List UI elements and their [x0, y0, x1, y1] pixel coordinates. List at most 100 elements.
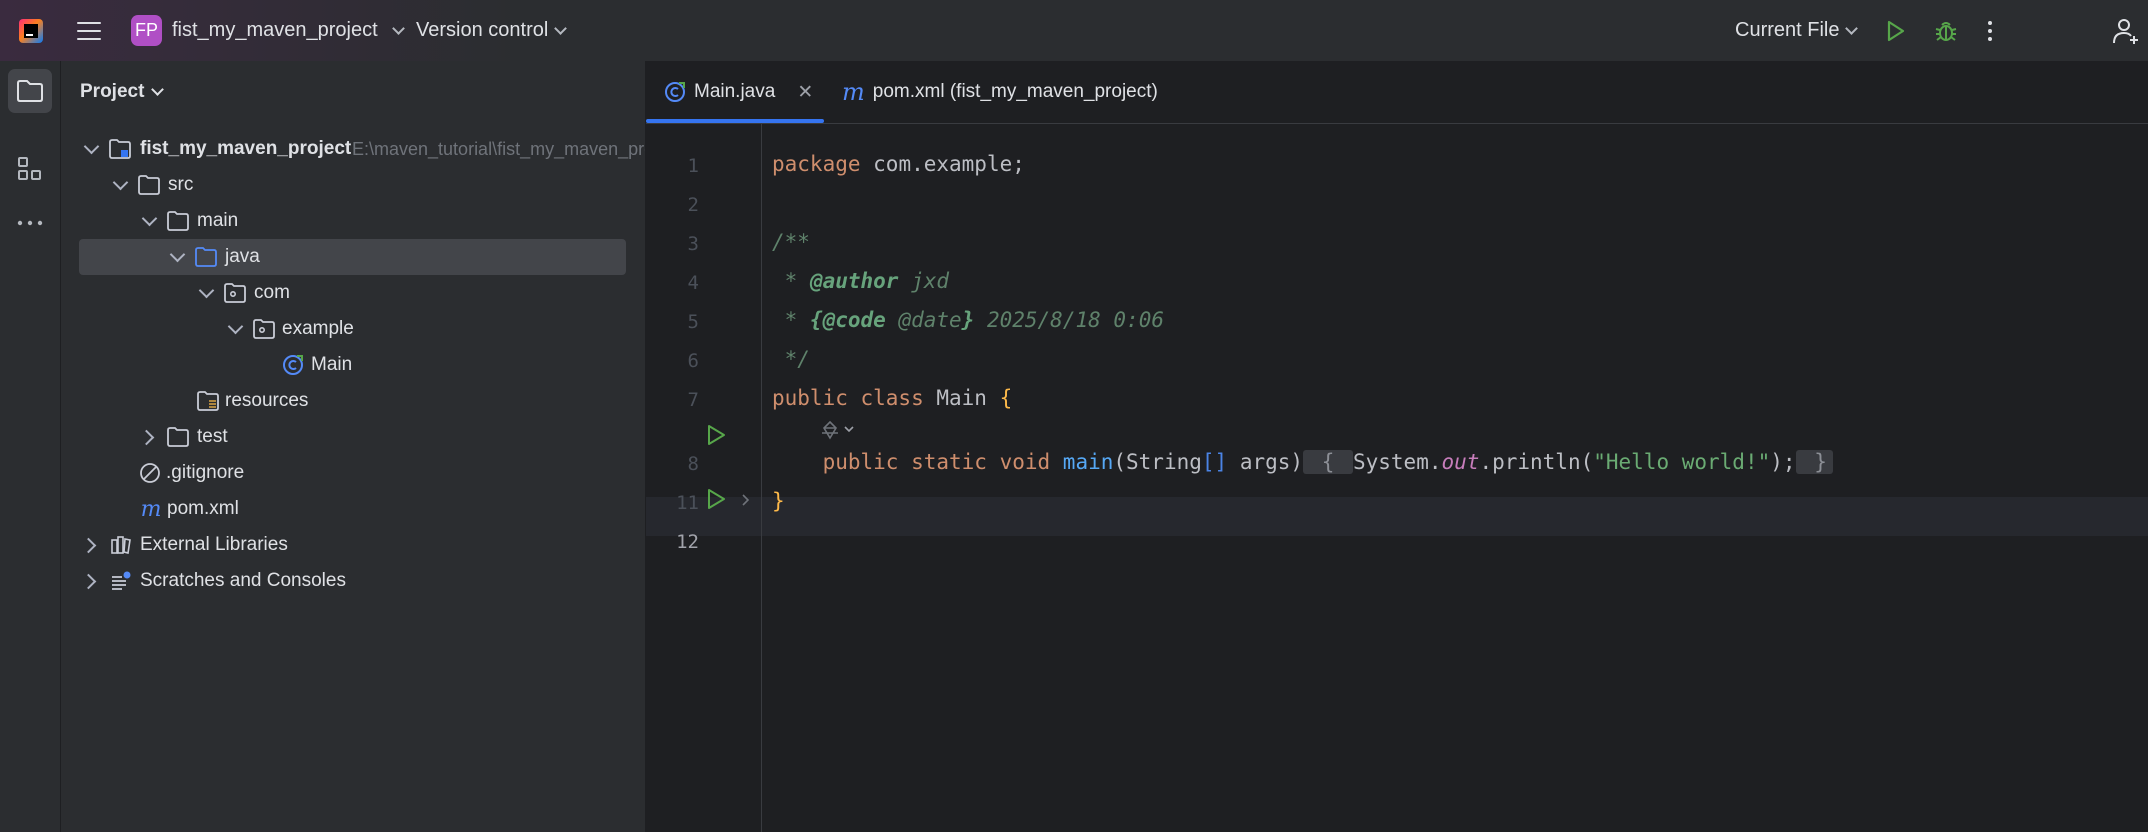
- line-number: 7: [687, 389, 699, 411]
- code-line-3: /**: [772, 230, 810, 254]
- maven-icon: m: [140, 496, 162, 522]
- code-line-11: }: [772, 489, 785, 513]
- ignore-file-icon: [139, 462, 161, 484]
- editor-tab-bar: Main.java ✕ m pom.xml (fist_my_maven_pro…: [646, 61, 2148, 124]
- tree-label: resources: [225, 390, 309, 411]
- tree-item-main-class[interactable]: Main: [61, 347, 645, 383]
- line-number: 5: [687, 311, 699, 333]
- tree-label: Main: [311, 354, 353, 375]
- tree-path-hint: E:\maven_tutorial\fist_my_maven_project: [352, 138, 645, 159]
- chevron-right-icon[interactable]: [80, 537, 97, 553]
- chevron-right-icon[interactable]: [80, 573, 97, 589]
- tree-label: example: [282, 318, 354, 339]
- folder-icon: [167, 210, 189, 232]
- source-folder-icon: [195, 246, 217, 268]
- code-line-7: public class Main {: [772, 386, 1013, 410]
- line-number: 2: [687, 194, 699, 216]
- version-control-menu[interactable]: Version control: [416, 0, 568, 61]
- code-area[interactable]: package com.example; /** * @author jxd *…: [762, 123, 2148, 832]
- run-button[interactable]: [1883, 0, 1907, 61]
- tree-label: src: [168, 174, 194, 195]
- code-line-6: */: [772, 347, 810, 371]
- folder-icon: [167, 426, 189, 448]
- line-number: 3: [687, 233, 699, 255]
- chevron-down-icon[interactable]: [198, 282, 215, 298]
- editor-area: Main.java ✕ m pom.xml (fist_my_maven_pro…: [646, 61, 2148, 832]
- run-icon: [1887, 20, 1905, 41]
- debug-button[interactable]: [1933, 0, 1959, 61]
- folder-icon: [138, 174, 160, 196]
- code-line-8: public static void main(String[] args) {…: [772, 450, 1833, 474]
- tree-label: External Libraries: [140, 534, 288, 555]
- chevron-down-icon: [554, 21, 568, 35]
- tree-item-pom[interactable]: m pom.xml: [61, 491, 645, 527]
- editor-gutter: 1 2 3 4 5 6 7 8 11 12: [646, 123, 762, 832]
- tree-item-resources[interactable]: resources: [61, 383, 645, 419]
- tree-item-test[interactable]: test: [61, 419, 645, 455]
- bug-icon: [1935, 21, 1957, 41]
- line-number: 12: [676, 531, 699, 553]
- tree-label: fist_my_maven_project: [140, 138, 352, 159]
- tab-pom-xml[interactable]: m pom.xml (fist_my_maven_project): [842, 61, 1158, 123]
- tree-item-main[interactable]: main: [61, 203, 645, 239]
- project-view-selector[interactable]: Project: [80, 61, 165, 123]
- folder-icon: [17, 80, 43, 102]
- resources-folder-icon: [197, 390, 219, 412]
- add-user-icon: [2113, 18, 2138, 44]
- tree-label: pom.xml: [167, 498, 239, 519]
- tree-item-scratches[interactable]: Scratches and Consoles: [61, 563, 645, 599]
- scratches-icon: [110, 570, 132, 592]
- chevron-down-icon: [1845, 21, 1859, 35]
- close-icon[interactable]: ✕: [797, 81, 813, 104]
- tree-item-src[interactable]: src: [61, 167, 645, 203]
- tree-label: .gitignore: [166, 462, 245, 483]
- more-vertical-icon: [1988, 20, 1992, 41]
- chevron-down-icon: [151, 83, 165, 96]
- structure-icon: [18, 157, 41, 180]
- java-class-icon: [665, 82, 685, 102]
- tree-item-example[interactable]: example: [61, 311, 645, 347]
- add-user-button[interactable]: [2112, 0, 2142, 61]
- tree-item-project-root[interactable]: fist_my_maven_project E:\maven_tutorial\…: [61, 131, 645, 167]
- structure-tool-button[interactable]: [8, 147, 52, 191]
- more-horizontal-icon: [17, 220, 43, 226]
- run-gutter-icon[interactable]: [705, 488, 727, 510]
- tree-item-java[interactable]: java: [79, 239, 626, 275]
- tree-label: Scratches and Consoles: [140, 570, 346, 591]
- chevron-down-icon[interactable]: [169, 246, 186, 262]
- chevron-down-icon[interactable]: [83, 138, 100, 154]
- fold-expand-icon[interactable]: [741, 494, 751, 506]
- maven-icon: m: [842, 78, 865, 106]
- more-tools-button[interactable]: [8, 201, 52, 245]
- project-tool-button[interactable]: [8, 69, 52, 113]
- main-menu-icon[interactable]: [74, 0, 104, 61]
- tree-label: com: [254, 282, 290, 303]
- java-class-icon: [282, 354, 304, 376]
- line-number: 1: [687, 155, 699, 177]
- panel-title: Project: [80, 81, 145, 102]
- code-line-5: * {@code @date} 2025/8/18 0:06: [772, 308, 1164, 332]
- chevron-down-icon[interactable]: [227, 318, 244, 334]
- code-line-1: package com.example;: [772, 152, 1025, 176]
- intellij-logo-icon[interactable]: [16, 0, 46, 61]
- tree-item-gitignore[interactable]: .gitignore: [61, 455, 645, 491]
- tool-window-strip: [0, 61, 61, 832]
- run-config-label: Current File: [1735, 19, 1840, 41]
- run-configuration-selector[interactable]: Current File: [1735, 0, 1859, 61]
- tree-label: test: [197, 426, 228, 447]
- project-badge: FP: [131, 15, 162, 46]
- project-switcher[interactable]: FP fist_my_maven_project: [131, 0, 405, 61]
- run-gutter-icon[interactable]: [705, 424, 727, 446]
- line-number: 8: [687, 453, 699, 475]
- tab-main-java[interactable]: Main.java ✕: [664, 61, 813, 123]
- package-icon: [253, 318, 275, 340]
- chevron-right-icon[interactable]: [138, 429, 155, 445]
- tree-item-com[interactable]: com: [61, 275, 645, 311]
- tree-item-external-libraries[interactable]: External Libraries: [61, 527, 645, 563]
- more-actions-button[interactable]: [1985, 0, 1995, 61]
- line-number: 6: [687, 350, 699, 372]
- ai-assistant-inlay-icon[interactable]: [819, 419, 857, 441]
- chevron-down-icon[interactable]: [112, 174, 129, 190]
- chevron-down-icon[interactable]: [141, 210, 158, 226]
- title-bar: FP fist_my_maven_project Version control…: [0, 0, 2148, 62]
